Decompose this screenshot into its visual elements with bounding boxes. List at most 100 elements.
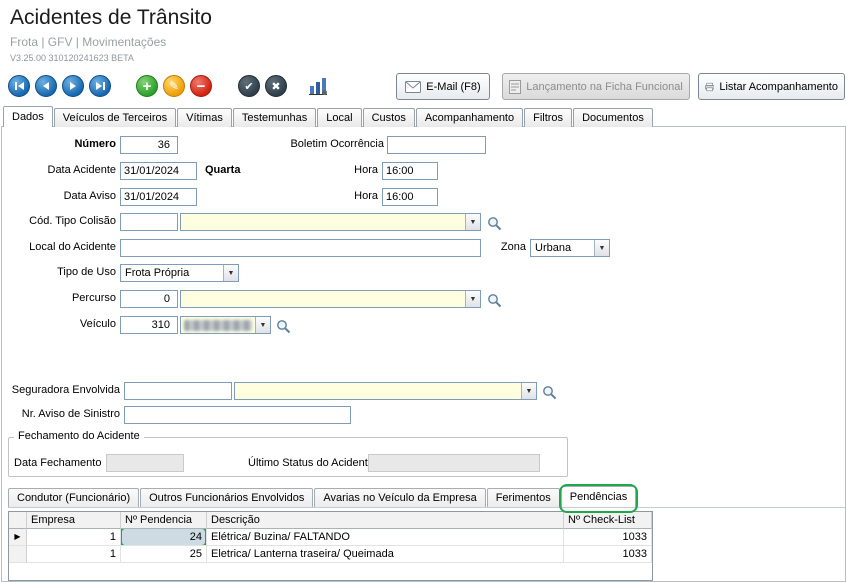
veiculo-label: Veículo [6,318,116,330]
tab-dados[interactable]: Dados [3,106,53,127]
tab-pendencias[interactable]: Pendências [561,486,637,507]
zona-combo[interactable]: Urbana ▼ [530,239,610,257]
data-acidente-label: Data Acidente [6,164,116,176]
tipo-colisao-combo-value [181,214,465,230]
plus-icon: + [143,78,152,95]
hora-acidente-input[interactable] [382,162,438,180]
boletim-ocorrencia-input[interactable] [387,136,486,154]
printer-icon [705,80,714,94]
tipo-colisao-label: Cód. Tipo Colisão [6,215,116,227]
data-acidente-input[interactable] [120,162,197,180]
cell-pendencia-value: 24 [190,531,202,543]
seguradora-code-input[interactable] [124,382,232,400]
cell-pendencia[interactable]: 25 [121,546,207,563]
percurso-label: Percurso [6,292,116,304]
confirm-button[interactable]: ✔ [238,75,260,97]
seguradora-combo[interactable]: ▼ [234,382,537,400]
tab-testemunhas[interactable]: Testemunhas [233,108,316,127]
tipo-colisao-combo[interactable]: ▼ [180,213,481,231]
veiculo-search-icon[interactable] [274,317,292,335]
veiculo-combo[interactable]: ▼ [180,316,271,334]
add-button[interactable]: + [136,75,158,97]
chevron-down-icon: ▼ [465,291,480,307]
percurso-combo[interactable]: ▼ [180,290,481,308]
tipo-colisao-code-input[interactable] [120,213,178,231]
nr-aviso-sinistro-input[interactable] [124,406,351,424]
edit-button[interactable]: ✎ [163,75,185,97]
chevron-down-icon: ▼ [594,240,609,256]
x-icon: ✖ [271,80,280,93]
cell-descricao[interactable]: Elétrica/ Buzina/ FALTANDO [207,529,564,546]
pendencias-grid: Empresa Nº Pendencia Descrição Nº Check-… [8,511,653,581]
tab-custos[interactable]: Custos [363,108,415,127]
prior-record-button[interactable] [35,75,57,97]
tab-veiculos-de-terceiros[interactable]: Veículos de Terceiros [54,108,176,127]
prior-record-icon [43,82,49,90]
cancel-button[interactable]: ✖ [265,75,287,97]
tab-ferimentos[interactable]: Ferimentos [487,488,560,507]
grid-corner-cell [9,512,27,529]
email-button[interactable]: E-Mail (F8) [396,73,490,100]
hora-aviso-input[interactable] [382,188,438,206]
table-row[interactable]: 1 25 Eletrica/ Lanterna traseira/ Queima… [9,546,652,563]
listar-acompanhamento-button[interactable]: Listar Acompanhamento [698,73,845,100]
nr-aviso-sinistro-label: Nr. Aviso de Sinistro [2,408,120,420]
tipo-uso-combo-value: Frota Própria [121,265,223,281]
last-record-button[interactable] [89,75,111,97]
percurso-combo-value [181,291,465,307]
seguradora-search-icon[interactable] [540,383,558,401]
ultimo-status-label: Último Status do Acidente [248,457,374,469]
percurso-code-input[interactable] [120,290,178,308]
page-title: Acidentes de Trânsito [10,6,212,30]
tab-local[interactable]: Local [317,108,361,127]
veiculo-combo-redacted-value [184,320,252,331]
seguradora-label: Seguradora Envolvida [2,384,120,396]
boletim-ocorrencia-label: Boletim Ocorrência [272,138,384,150]
tab-outros-funcionarios[interactable]: Outros Funcionários Envolvidos [140,488,313,507]
zona-label: Zona [494,241,526,253]
cell-checklist[interactable]: 1033 [564,546,652,563]
row-selector: ▶ [9,529,27,546]
col-header-descricao[interactable]: Descrição [207,512,564,529]
col-header-empresa[interactable]: Empresa [27,512,121,529]
row-selector-icon: ▶ [14,529,20,545]
delete-button[interactable]: − [190,75,212,97]
next-record-button[interactable] [62,75,84,97]
seguradora-combo-value [235,383,521,399]
chevron-down-icon: ▼ [223,265,238,281]
cell-pendencia[interactable]: 24 [121,529,207,546]
bottom-tabstrip-line [8,507,845,508]
next-record-icon [70,82,76,90]
main-tabstrip: Dados Veículos de Terceiros Vítimas Test… [3,106,654,127]
tab-vitimas[interactable]: Vítimas [177,108,232,127]
weekday-label: Quarta [205,164,240,176]
numero-input[interactable] [120,136,178,154]
last-record-icon [96,82,105,90]
cell-checklist[interactable]: 1033 [564,529,652,546]
first-record-button[interactable] [8,75,30,97]
local-acidente-input[interactable] [120,239,481,257]
veiculo-code-input[interactable] [120,316,178,334]
tipo-uso-label: Tipo de Uso [6,266,116,278]
tab-documentos[interactable]: Documentos [573,108,653,127]
cell-empresa[interactable]: 1 [27,546,121,563]
document-icon [509,80,521,94]
first-record-icon [15,82,24,90]
listar-acompanhamento-button-label: Listar Acompanhamento [719,81,838,93]
col-header-pendencia[interactable]: Nº Pendencia [121,512,207,529]
table-row[interactable]: ▶ 1 24 Elétrica/ Buzina/ FALTANDO 1033 [9,529,652,546]
tipo-uso-combo[interactable]: Frota Própria ▼ [120,264,239,282]
data-aviso-input[interactable] [120,188,197,206]
check-icon: ✔ [244,80,253,93]
tab-acompanhamento[interactable]: Acompanhamento [416,108,523,127]
tipo-colisao-search-icon[interactable] [485,214,503,232]
cell-empresa[interactable]: 1 [27,529,121,546]
cell-descricao[interactable]: Eletrica/ Lanterna traseira/ Queimada [207,546,564,563]
chart-button[interactable] [306,74,330,98]
percurso-search-icon[interactable] [485,291,503,309]
lancamento-ficha-button[interactable]: Lançamento na Ficha Funcional [502,73,690,100]
tab-filtros[interactable]: Filtros [524,108,572,127]
col-header-checklist[interactable]: Nº Check-List [564,512,652,529]
tab-avarias-veiculo[interactable]: Avarias no Veículo da Empresa [314,488,485,507]
tab-condutor-funcionario[interactable]: Condutor (Funcionário) [8,488,139,507]
